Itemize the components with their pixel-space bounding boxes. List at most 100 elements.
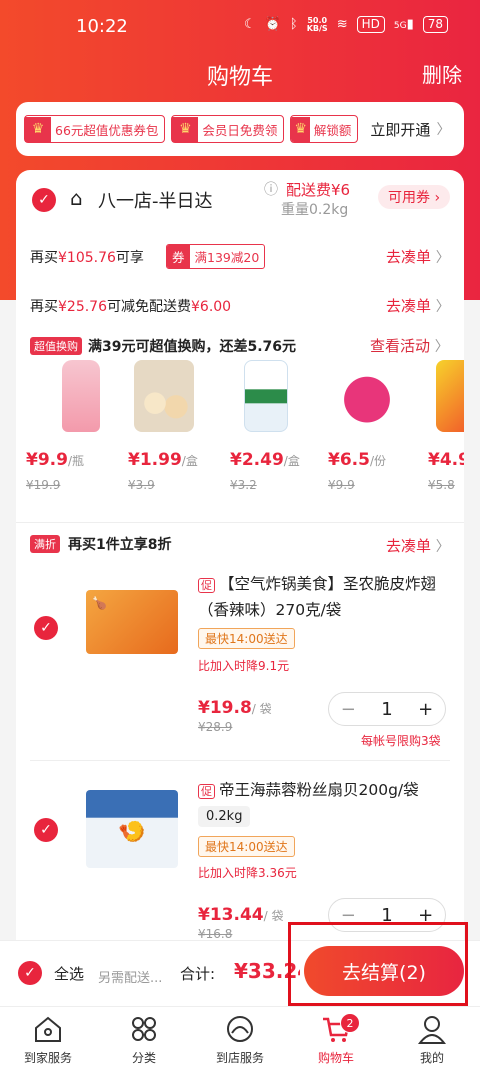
product-price: ¥4.9 (428, 450, 464, 470)
crown-icon: ♛ (172, 116, 199, 142)
tab-label: 到家服务 (23, 1051, 72, 1065)
purchase-limit: 每帐号限购3袋 (361, 734, 441, 748)
discount-tag: 满折 (30, 535, 60, 553)
status-time: 10:22 (76, 16, 128, 37)
tab-category[interactable]: 分类 (96, 1007, 192, 1072)
product-orig-price: ¥9.9 (328, 478, 355, 492)
promo-member-day[interactable]: ♛ 会员日免费领 (171, 115, 285, 143)
product-price: ¥6.5/份 (328, 450, 386, 470)
price-unit: /份 (369, 454, 386, 468)
store-service-icon (227, 1016, 253, 1042)
tab-store-service[interactable]: 到店服务 (192, 1007, 288, 1072)
help-icon[interactable]: ⓘ (264, 179, 278, 199)
wings-product-image[interactable]: 🍗 (86, 590, 178, 654)
price-unit: /盒 (181, 454, 198, 468)
chevron-right-icon: 〉 (436, 122, 451, 138)
exchange-product[interactable]: ¥2.49/盒 ¥3.2 (230, 360, 300, 492)
delivery-note: 另需配送... (98, 971, 163, 986)
item-price: ¥13.44/ 袋 (198, 905, 284, 925)
store-icon: ⌂ (70, 186, 83, 210)
item-delivery: 最快14:00送达 (198, 628, 295, 649)
select-all-label[interactable]: 全选 (54, 963, 84, 984)
exchange-product[interactable]: ¥4.9 ¥5.8 (428, 360, 464, 492)
price-unit: /盒 (283, 454, 300, 468)
delivery-fee: 配送费¥6 (286, 181, 351, 199)
open-membership-link[interactable]: 立即开通 (370, 119, 430, 140)
exchange-text: 满39元可超值换购，还差5.76元 (88, 339, 297, 355)
cart-badge: 2 (340, 1013, 360, 1033)
bluetooth-icon: ᛒ (289, 17, 298, 32)
water-bottle-image (62, 360, 100, 432)
product-orig-price: ¥19.9 (26, 478, 61, 492)
net-speed: 50.0 KB/S (306, 15, 328, 33)
cart-store-card: ✓ ⌂ 八一店-半日达 ⓘ 配送费¥6 重量0.2kg 可用券 › 再买¥105… (16, 170, 464, 970)
delete-button[interactable]: 删除 (422, 59, 462, 88)
discount-text: 再买1件立享8折 (68, 537, 172, 553)
tab-label: 到店服务 (215, 1051, 264, 1065)
add-on-button-2[interactable]: 去凑单 〉 (386, 295, 450, 316)
item-title[interactable]: 促【空气炸锅美食】圣农脆皮炸翅（香辣味）270克/袋 (198, 572, 454, 622)
status-bar: 10:22 ☾ ⏰ ᛒ 50.0 KB/S ≋ HD 5G▮ 78 (0, 0, 480, 54)
product-price: ¥2.49/盒 (230, 450, 300, 470)
offer-row-1: 再买¥105.76可享 (30, 250, 144, 266)
exchange-product[interactable]: ¥6.5/份 ¥9.9 (328, 360, 398, 492)
tab-cart[interactable]: 2 购物车 (288, 1007, 384, 1072)
promo-coupon-pack[interactable]: ♛ 66元超值优惠券包 (24, 115, 166, 143)
tab-label: 购物车 (317, 1051, 354, 1065)
exchange-row: 超值换购 满39元可超值换购，还差5.76元 (30, 336, 296, 356)
item-price-drop: 比加入时降3.36元 (198, 866, 297, 880)
promo-unlock[interactable]: ♛ 解锁额 (290, 115, 359, 143)
product-orig-price: ¥3.9 (128, 478, 155, 492)
tab-label: 分类 (131, 1051, 156, 1065)
home-icon (35, 1016, 61, 1042)
category-icon (132, 1017, 156, 1041)
exchange-product[interactable]: ¥9.9/瓶 ¥19.9 (26, 360, 100, 492)
coupon-button[interactable]: 可用券 › (378, 185, 451, 209)
tab-mine[interactable]: 我的 (384, 1007, 480, 1072)
store-weight: 重量0.2kg (281, 202, 349, 218)
view-activity-button[interactable]: 查看活动 〉 (370, 335, 449, 356)
offer-row-2: 再买¥25.76可减免配送费¥6.00 (30, 299, 232, 315)
wifi-icon: ≋ (336, 17, 348, 32)
quantity-stepper[interactable]: − 1 + (328, 692, 446, 726)
tab-home-service[interactable]: 到家服务 (0, 1007, 96, 1072)
item-price-drop: 比加入时降9.1元 (198, 659, 290, 673)
decrement-button[interactable]: − (329, 699, 368, 720)
exchange-tag: 超值换购 (30, 337, 82, 355)
increment-button[interactable]: + (406, 699, 445, 720)
crown-icon: ♛ (25, 116, 51, 142)
store-checkbox[interactable]: ✓ (32, 188, 56, 212)
product-orig-price: ¥3.2 (230, 478, 257, 492)
scallop-product-image[interactable]: 🍤 (86, 790, 178, 868)
dragonfruit-image (336, 360, 398, 432)
product-price: ¥9.9/瓶 (26, 450, 84, 470)
milk-carton-image (244, 360, 288, 432)
select-all-checkbox[interactable]: ✓ (18, 961, 42, 985)
exchange-product[interactable]: ¥1.99/盒 ¥3.9 (128, 360, 198, 492)
alarm-icon: ⏰ (264, 17, 281, 32)
product-price: ¥1.99/盒 (128, 450, 198, 470)
add-on-button-3[interactable]: 去凑单 〉 (386, 535, 450, 556)
item-spec[interactable]: 0.2kg (198, 806, 251, 827)
status-icons: ☾ ⏰ ᛒ 50.0 KB/S ≋ HD 5G▮ 78 (244, 16, 448, 33)
divider (16, 522, 464, 523)
item-title[interactable]: 促帝王海蒜蓉粉丝扇贝200g/袋 (198, 778, 454, 800)
store-name: 八一店-半日达 (98, 191, 213, 212)
item-checkbox[interactable]: ✓ (34, 818, 58, 842)
quantity-value[interactable]: 1 (368, 699, 407, 720)
membership-promo-bar[interactable]: ♛ 66元超值优惠券包 ♛ 会员日免费领 ♛ 解锁额 立即开通 〉 (16, 102, 464, 156)
divider (30, 760, 450, 761)
tab-label: 我的 (419, 1051, 444, 1065)
signal-icon: 5G▮ (393, 17, 414, 32)
page-title: 购物车 (206, 65, 273, 90)
total-label: 合计: (180, 965, 216, 983)
item-checkbox[interactable]: ✓ (34, 616, 58, 640)
item-orig-price: ¥16.8 (198, 927, 233, 941)
item-price: ¥19.8/ 袋 (198, 698, 272, 718)
hd-badge: HD (356, 16, 385, 33)
add-on-button-1[interactable]: 去凑单 〉 (386, 246, 450, 267)
moon-icon: ☾ (244, 17, 256, 32)
coupon-badge: 券满139减20 (166, 244, 266, 269)
crown-icon: ♛ (291, 116, 310, 142)
battery-icon: 78 (422, 16, 448, 33)
